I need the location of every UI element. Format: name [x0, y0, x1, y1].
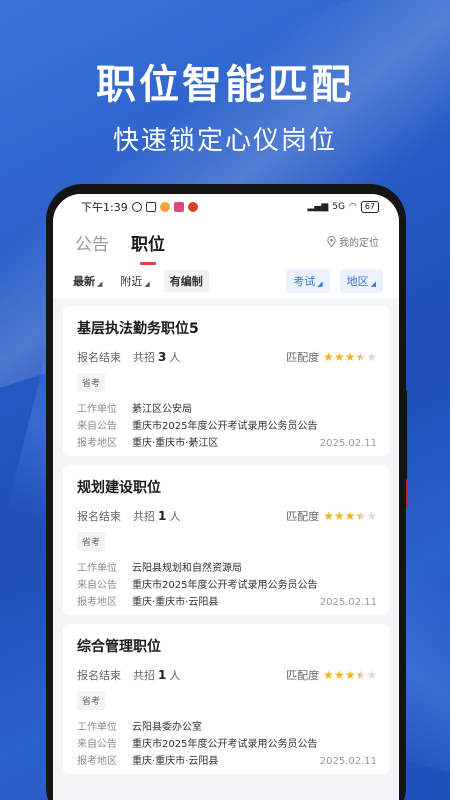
signal-icon: ▂▄▆: [307, 202, 329, 212]
match-degree: 匹配度 ★ ★ ★ ★ ★: [286, 667, 377, 683]
tab-positions[interactable]: 职位: [131, 230, 165, 265]
star-full-icon: ★: [323, 668, 334, 682]
star-empty-icon: ★: [366, 509, 377, 523]
dropdown-triangle-icon: ◢: [317, 280, 323, 288]
filter-staffed[interactable]: 有编制: [163, 270, 209, 292]
notification-icon: [159, 202, 170, 212]
match-label: 匹配度: [286, 351, 320, 364]
exam-type-tag: 省考: [77, 373, 106, 392]
match-label: 匹配度: [286, 669, 320, 682]
dropdown-triangle-icon: ◢: [370, 280, 376, 288]
area-value: 重庆·重庆市·綦江区: [132, 438, 219, 449]
source-label: 来自公告: [77, 739, 117, 750]
source-label: 来自公告: [77, 580, 117, 591]
star-empty-icon: ★: [366, 350, 377, 364]
wifi-icon: ◠: [348, 202, 357, 212]
job-date: 2025.02.11: [319, 438, 377, 449]
job-recruit-count: 共招 3 人: [133, 350, 181, 364]
filter-nearby-label: 附近: [120, 275, 143, 288]
status-time: 下午1:39: [81, 201, 128, 214]
battery-icon: 67: [360, 201, 379, 213]
star-full-icon: ★: [344, 509, 356, 523]
job-card[interactable]: 综合管理职位 报名结束 共招 1 人 匹配度 ★ ★ ★ ★ ★ 省考 工作单位 云阳县委办公…: [63, 624, 389, 774]
job-date: 2025.02.11: [319, 756, 377, 767]
filter-region[interactable]: 地区 ◢: [339, 269, 383, 293]
employer-label: 工作单位: [77, 404, 117, 415]
job-title: 基层执法勤务职位5: [77, 321, 199, 337]
my-location-label: 我的定位: [339, 238, 379, 249]
employer-label: 工作单位: [77, 722, 117, 733]
rating-stars: ★ ★ ★ ★ ★: [323, 510, 377, 522]
job-title: 综合管理职位: [77, 639, 161, 655]
exam-type-tag: 省考: [77, 691, 106, 710]
filter-nearby[interactable]: 附近 ◢: [116, 270, 153, 292]
filter-latest-label: 最新: [73, 275, 95, 288]
area-label: 报考地区: [77, 438, 117, 449]
star-full-icon: ★: [344, 668, 356, 682]
rating-stars: ★ ★ ★ ★ ★: [323, 669, 377, 681]
tab-bar: 公告 职位 我的定位: [53, 220, 399, 265]
promo-title: 职位智能匹配: [96, 62, 354, 108]
dropdown-triangle-icon: ◢: [97, 280, 103, 288]
match-degree: 匹配度 ★ ★ ★ ★ ★: [286, 508, 377, 524]
app-icon: [145, 202, 156, 212]
phone-frame: 下午1:39 ▂▄▆ 5G ◠ 67 公告 职位 我的定位 最新 ◢ 附近 ◢ …: [46, 184, 406, 800]
filter-exam[interactable]: 考试 ◢: [286, 269, 330, 293]
source-value: 重庆市2025年度公开考试录用公务员公告: [132, 739, 318, 750]
dropdown-triangle-icon: ◢: [144, 280, 150, 288]
exam-type-tag: 省考: [77, 532, 106, 551]
signal-label: 5G: [332, 202, 345, 212]
job-recruit-count: 共招 1 人: [133, 668, 181, 682]
employer-value: 云阳县委办公室: [132, 722, 202, 733]
star-full-icon: ★: [333, 350, 345, 364]
alarm-icon: [131, 202, 142, 212]
promo-subtitle: 快速锁定心仪岗位: [112, 126, 337, 156]
star-empty-icon: ★: [366, 668, 377, 682]
job-status: 报名结束: [77, 510, 121, 523]
rating-stars: ★ ★ ★ ★ ★: [323, 351, 377, 363]
job-list: 基层执法勤务职位5 报名结束 共招 3 人 匹配度 ★ ★ ★ ★ ★ 省考 工作单位 綦江区…: [53, 298, 399, 774]
notification-icon-pink: [173, 202, 184, 212]
job-date: 2025.02.11: [319, 597, 377, 608]
filter-staffed-label: 有编制: [169, 275, 203, 288]
notification-icon-red: [187, 202, 198, 212]
match-label: 匹配度: [286, 510, 320, 523]
filter-latest[interactable]: 最新 ◢: [69, 270, 106, 292]
employer-value: 綦江区公安局: [132, 404, 192, 415]
job-status: 报名结束: [77, 351, 121, 364]
filter-bar: 最新 ◢ 附近 ◢ 有编制 考试 ◢ 地区 ◢: [53, 264, 399, 298]
area-label: 报考地区: [77, 756, 117, 767]
match-degree: 匹配度 ★ ★ ★ ★ ★: [286, 349, 377, 365]
tab-announcements[interactable]: 公告: [75, 230, 109, 255]
employer-label: 工作单位: [77, 563, 117, 574]
status-bar: 下午1:39 ▂▄▆ 5G ◠ 67: [53, 194, 399, 220]
source-value: 重庆市2025年度公开考试录用公务员公告: [132, 580, 318, 591]
star-full-icon: ★: [333, 668, 345, 682]
job-card[interactable]: 基层执法勤务职位5 报名结束 共招 3 人 匹配度 ★ ★ ★ ★ ★ 省考 工作单位 綦江区…: [63, 306, 389, 456]
star-full-icon: ★: [323, 350, 334, 364]
my-location-button[interactable]: 我的定位: [327, 234, 379, 249]
job-recruit-count: 共招 1 人: [133, 509, 181, 523]
area-value: 重庆·重庆市·云阳县: [132, 756, 219, 767]
star-full-icon: ★: [344, 350, 356, 364]
area-label: 报考地区: [77, 597, 117, 608]
star-half-icon: ★: [355, 350, 367, 364]
employer-value: 云阳县规划和自然资源局: [132, 563, 242, 574]
phone-screen: 下午1:39 ▂▄▆ 5G ◠ 67 公告 职位 我的定位 最新 ◢ 附近 ◢ …: [53, 194, 399, 800]
filter-region-label: 地区: [346, 275, 369, 288]
star-full-icon: ★: [333, 509, 345, 523]
star-half-icon: ★: [355, 509, 367, 523]
area-value: 重庆·重庆市·云阳县: [132, 597, 219, 608]
job-status: 报名结束: [77, 669, 121, 682]
star-half-icon: ★: [355, 668, 367, 682]
source-label: 来自公告: [77, 421, 117, 432]
filter-exam-label: 考试: [293, 275, 316, 288]
job-card[interactable]: 规划建设职位 报名结束 共招 1 人 匹配度 ★ ★ ★ ★ ★ 省考 工作单位 云阳县规划和…: [63, 465, 389, 615]
job-title: 规划建设职位: [77, 480, 161, 496]
star-full-icon: ★: [323, 509, 334, 523]
location-pin-icon: [327, 236, 336, 247]
source-value: 重庆市2025年度公开考试录用公务员公告: [132, 421, 318, 432]
